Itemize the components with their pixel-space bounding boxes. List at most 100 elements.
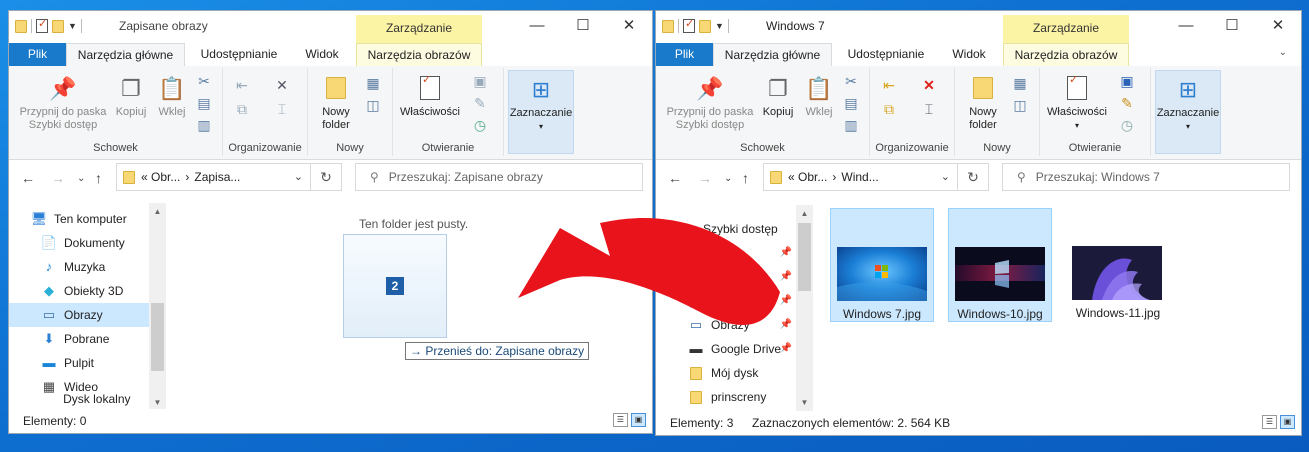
copy-button[interactable]: ❐ Kopiuj xyxy=(111,74,151,119)
edit-icon[interactable]: ✎ xyxy=(1118,94,1136,112)
nav-item-pobrane[interactable]: ⬇ Pobrane xyxy=(9,327,149,351)
up-arrow-icon[interactable]: ↑ xyxy=(95,170,102,186)
new-folder-button[interactable]: Nowy folder xyxy=(961,74,1005,132)
paste-shortcut-icon[interactable]: ▥ xyxy=(842,116,860,134)
move-to-icon[interactable]: ⇤ xyxy=(233,76,251,94)
tab-narzedzia-glowne[interactable]: Narzędzia główne xyxy=(713,43,832,67)
nav-item-google-drive[interactable]: ▬ Google Drive 📌 xyxy=(656,337,796,361)
scroll-up-icon[interactable]: ▲ xyxy=(796,205,813,222)
title-bar[interactable]: ▼ Windows 7 Zarządzanie — ☐ ✕ xyxy=(656,11,1301,43)
move-to-icon[interactable]: ⇤ xyxy=(880,76,898,94)
pin-icon[interactable]: 📌 xyxy=(780,289,792,313)
nav-item-moj-dysk[interactable]: Mój dysk xyxy=(656,361,796,385)
nav-item-muzyka[interactable]: ♪ Muzyka xyxy=(9,255,149,279)
file-item-windows-10[interactable]: Windows-10.jpg xyxy=(948,208,1052,322)
pin-icon[interactable]: 📌 xyxy=(780,241,792,265)
easy-access-icon[interactable]: ◫ xyxy=(1011,96,1029,114)
pin-icon[interactable]: 📌 xyxy=(780,313,792,337)
open-icon[interactable]: ▣ xyxy=(1118,72,1136,90)
recent-dropdown-icon[interactable]: ⌄ xyxy=(724,173,732,184)
properties-button[interactable]: Właściwości xyxy=(395,74,465,119)
pin-quick-access-button[interactable]: 📌 Przypnij do paska Szybki dostęp xyxy=(660,74,760,132)
copy-button[interactable]: ❐ Kopiuj xyxy=(758,74,798,119)
select-button[interactable]: ⊞ Zaznaczanie ▾ xyxy=(508,70,574,154)
rename-icon[interactable]: ⌶ xyxy=(920,100,938,118)
nav-pane-scrollbar[interactable]: ▲ ▼ xyxy=(149,203,166,411)
nav-item-szybki-dostep[interactable]: ★ Szybki dostęp xyxy=(656,217,796,241)
tab-narzedzia-obrazow[interactable]: Narzędzia obrazów xyxy=(1003,43,1129,66)
tab-widok[interactable]: Widok xyxy=(940,43,998,66)
breadcrumb-part[interactable]: Zapisa... xyxy=(194,170,240,184)
breadcrumb-part[interactable]: Obr... xyxy=(151,170,180,184)
history-icon[interactable]: ◷ xyxy=(471,116,489,134)
details-view-icon[interactable]: ☰ xyxy=(1262,415,1277,429)
tab-plik[interactable]: Plik xyxy=(9,43,66,66)
tab-widok[interactable]: Widok xyxy=(293,43,351,66)
scroll-thumb[interactable] xyxy=(798,223,811,291)
rename-icon[interactable]: ⌶ xyxy=(273,100,291,118)
cut-icon[interactable]: ✂ xyxy=(842,72,860,90)
copy-path-icon[interactable]: ▤ xyxy=(842,94,860,112)
up-arrow-icon[interactable]: ↑ xyxy=(742,170,749,186)
scroll-down-icon[interactable]: ▼ xyxy=(796,394,813,411)
history-icon[interactable]: ◷ xyxy=(1118,116,1136,134)
large-icons-view-icon[interactable]: ▣ xyxy=(1280,415,1295,429)
copy-to-icon[interactable]: ⧉ xyxy=(880,100,898,118)
quick-access-dropdown-icon[interactable]: ▼ xyxy=(715,21,724,31)
search-input[interactable]: ⚲ Przeszukaj: Zapisane obrazy xyxy=(355,163,643,191)
pin-quick-access-button[interactable]: 📌 Przypnij do paska Szybki dostęp xyxy=(13,74,113,132)
properties-quick-icon[interactable] xyxy=(683,17,695,33)
nav-item-pobrane[interactable]: ⬇ Pobrane 📌 xyxy=(656,265,796,289)
copy-to-icon[interactable]: ⧉ xyxy=(233,100,251,118)
file-item-windows-7[interactable]: Windows 7.jpg xyxy=(830,208,934,322)
new-folder-button[interactable]: Nowy folder xyxy=(314,74,358,132)
paste-button[interactable]: 📋 Wklej xyxy=(799,74,839,119)
properties-button[interactable]: Właściwości ▾ xyxy=(1042,74,1112,132)
address-bar[interactable]: « Obr... › Zapisa... ⌄ ↻ xyxy=(116,163,342,191)
maximize-button[interactable]: ☐ xyxy=(1209,11,1255,43)
tab-udostepnianie[interactable]: Udostępnianie xyxy=(191,43,287,66)
chevron-down-icon[interactable]: ⌄ xyxy=(941,170,950,183)
ribbon-expand-icon[interactable]: ⌄ xyxy=(1279,47,1287,58)
scroll-up-icon[interactable]: ▲ xyxy=(149,203,166,220)
nav-item-obrazy[interactable]: ▭ Obrazy 📌 xyxy=(656,313,796,337)
nav-item-dokumenty[interactable]: 📄 Dokumenty xyxy=(9,231,149,255)
maximize-button[interactable]: ☐ xyxy=(560,11,606,43)
nav-item-obrazy[interactable]: ▭ Obrazy xyxy=(9,303,149,327)
paste-button[interactable]: 📋 Wklej xyxy=(152,74,192,119)
delete-icon[interactable]: ✕ xyxy=(273,76,291,94)
new-item-icon[interactable]: ▦ xyxy=(1011,74,1029,92)
title-bar[interactable]: ▼ Zapisane obrazy Zarządzanie — ☐ ✕ xyxy=(9,11,652,43)
edit-icon[interactable]: ✎ xyxy=(471,94,489,112)
back-arrow-icon[interactable]: ← xyxy=(668,170,682,186)
easy-access-icon[interactable]: ◫ xyxy=(364,96,382,114)
nav-item-pulpit[interactable]: ▬ Pulpit xyxy=(9,351,149,375)
close-button[interactable]: ✕ xyxy=(606,11,652,43)
tab-udostepnianie[interactable]: Udostępnianie xyxy=(838,43,934,66)
minimize-button[interactable]: — xyxy=(514,11,560,43)
large-icons-view-icon[interactable]: ▣ xyxy=(631,413,646,427)
paste-shortcut-icon[interactable]: ▥ xyxy=(195,116,213,134)
new-folder-quick-icon[interactable] xyxy=(52,19,64,33)
pin-icon[interactable]: 📌 xyxy=(780,265,792,289)
chevron-down-icon[interactable]: ⌄ xyxy=(294,170,303,183)
close-button[interactable]: ✕ xyxy=(1255,11,1301,43)
file-list-area[interactable]: Windows 7.jpg Windows-10.jpg Windows-11.… xyxy=(814,196,1301,411)
new-folder-quick-icon[interactable] xyxy=(699,19,711,33)
breadcrumb-part[interactable]: Obr... xyxy=(798,170,827,184)
search-input[interactable]: ⚲ Przeszukaj: Windows 7 xyxy=(1002,163,1290,191)
recent-dropdown-icon[interactable]: ⌄ xyxy=(77,173,85,184)
file-item-windows-11[interactable]: Windows-11.jpg xyxy=(1066,208,1170,322)
details-view-icon[interactable]: ☰ xyxy=(613,413,628,427)
quick-access-dropdown-icon[interactable]: ▼ xyxy=(68,21,77,31)
breadcrumb-part[interactable]: Wind... xyxy=(841,170,878,184)
tab-narzedzia-obrazow[interactable]: Narzędzia obrazów xyxy=(356,43,482,66)
refresh-icon[interactable]: ↻ xyxy=(310,164,341,190)
nav-item-ten-komputer[interactable]: 🖥 Ten komputer xyxy=(9,207,149,231)
scroll-thumb[interactable] xyxy=(151,303,164,371)
new-item-icon[interactable]: ▦ xyxy=(364,74,382,92)
tab-narzedzia-glowne[interactable]: Narzędzia główne xyxy=(66,43,185,67)
address-bar[interactable]: « Obr... › Wind... ⌄ ↻ xyxy=(763,163,989,191)
nav-item-obiekty-3d[interactable]: ◆ Obiekty 3D xyxy=(9,279,149,303)
delete-icon[interactable]: ✕ xyxy=(920,76,938,94)
